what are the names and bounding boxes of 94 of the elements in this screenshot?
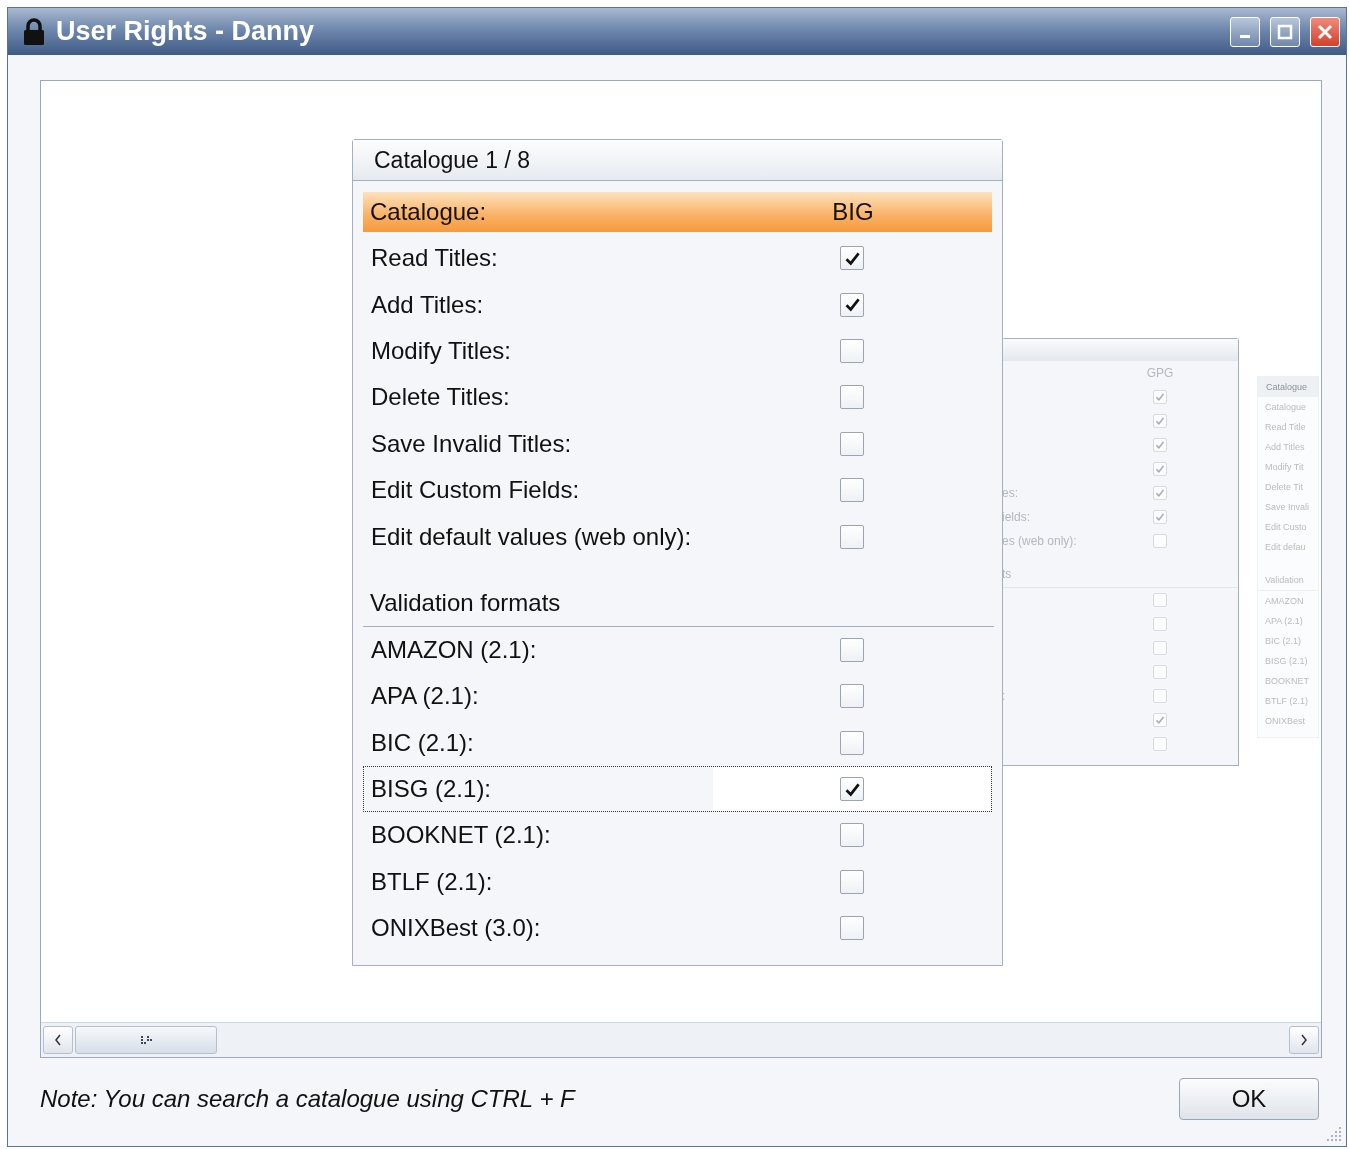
format-label: BIC (2.1) <box>1264 635 1302 648</box>
checkbox[interactable] <box>840 478 864 503</box>
checkbox[interactable] <box>1153 414 1167 428</box>
format-label: APA (2.1): <box>370 682 480 711</box>
checkbox[interactable] <box>840 524 864 549</box>
right-label: Edit defau <box>1264 541 1307 554</box>
ok-button[interactable]: OK <box>1179 1078 1319 1120</box>
format-label: APA (2.1) <box>1264 615 1304 628</box>
checkbox[interactable] <box>840 916 864 941</box>
checkbox[interactable] <box>1153 689 1167 703</box>
catalogue-value: BIG <box>832 198 874 226</box>
section-title: ts <box>1002 567 1012 581</box>
right-label: Add Titles <box>1264 441 1306 454</box>
right-label: Save Invali <box>1264 501 1311 514</box>
right-label: ields: <box>1002 510 1031 524</box>
checkbox[interactable] <box>840 431 864 456</box>
checkbox[interactable] <box>1153 737 1167 751</box>
format-label: AMAZON <box>1264 595 1305 608</box>
checkbox[interactable] <box>840 823 864 848</box>
checkbox[interactable] <box>840 338 864 363</box>
checkbox[interactable] <box>840 385 864 410</box>
format-label: BISG (2.1) <box>1264 655 1309 668</box>
lock-icon <box>22 17 46 46</box>
grip-icon <box>140 1035 152 1045</box>
checkmark-icon <box>843 296 861 313</box>
checkmark-icon <box>1155 464 1165 474</box>
checkbox[interactable] <box>1153 641 1167 655</box>
format-label: BIC (2.1): <box>370 728 475 757</box>
window-title: User Rights - Danny <box>56 16 316 47</box>
format-label: AMAZON (2.1): <box>370 635 538 664</box>
checkbox[interactable] <box>1153 390 1167 404</box>
checkbox[interactable] <box>840 684 864 709</box>
chevron-right-icon <box>1300 1034 1308 1046</box>
checkbox[interactable] <box>1153 486 1167 500</box>
scrollbar-thumb[interactable] <box>75 1026 217 1054</box>
format-label: BTLF (2.1): <box>370 867 494 896</box>
checkmark-icon <box>1155 512 1165 522</box>
checkbox[interactable] <box>1153 617 1167 631</box>
right-label: Read Titles: <box>370 244 499 273</box>
right-label: Save Invalid Titles: <box>370 429 573 458</box>
catalogue-label: Catalogue: <box>369 198 488 226</box>
right-label: Catalogue <box>1264 401 1308 414</box>
right-label: es (web only): <box>1002 534 1078 548</box>
section-title: Validation formats <box>370 588 561 617</box>
checkmark-icon <box>1155 416 1165 426</box>
right-label: Delete Tit <box>1264 481 1305 494</box>
checkbox[interactable] <box>840 730 864 755</box>
section-title: Validation <box>1258 557 1318 591</box>
checkbox[interactable] <box>1153 713 1167 727</box>
checkbox[interactable] <box>840 246 864 271</box>
checkmark-icon <box>1155 440 1165 450</box>
scroll-left-button[interactable] <box>43 1026 73 1054</box>
right-label: Read Title <box>1264 421 1307 434</box>
format-label: : <box>1002 689 1007 703</box>
checkmark-icon <box>1155 715 1165 725</box>
format-label: BISG (2.1): <box>370 775 493 804</box>
checkbox[interactable] <box>1153 593 1167 607</box>
checkbox[interactable] <box>1153 462 1167 476</box>
format-label: ONIXBest (3.0): <box>370 914 542 943</box>
checkbox[interactable] <box>840 869 864 894</box>
right-label: Modify Tit <box>1264 461 1305 474</box>
close-icon <box>1317 23 1333 40</box>
format-label: BTLF (2.1) <box>1264 695 1309 708</box>
card-title: Catalogue <box>1258 377 1318 397</box>
column-heading: GPG <box>1146 366 1174 380</box>
right-label: Add Titles: <box>370 290 485 319</box>
maximize-button[interactable] <box>1270 16 1300 47</box>
format-label: ONIXBest <box>1264 715 1306 728</box>
checkbox[interactable] <box>1153 534 1167 548</box>
checkbox[interactable] <box>840 637 864 662</box>
checkmark-icon <box>1155 488 1165 498</box>
checkbox[interactable] <box>1153 510 1167 524</box>
scroll-right-button[interactable] <box>1289 1026 1319 1054</box>
focused-row[interactable]: BISG (2.1): <box>363 765 992 813</box>
right-label: Edit Custo <box>1264 521 1308 534</box>
right-label: Edit Custom Fields: <box>370 476 581 505</box>
checkbox[interactable] <box>1153 438 1167 452</box>
format-label: BOOKNET (2.1): <box>370 821 552 850</box>
checkmark-icon <box>1155 392 1165 402</box>
checkbox[interactable] <box>840 777 864 802</box>
chevron-left-icon <box>54 1034 62 1046</box>
maximize-icon <box>1277 23 1293 40</box>
close-button[interactable] <box>1310 16 1340 47</box>
checkbox[interactable] <box>840 292 864 317</box>
format-label: BOOKNET <box>1264 675 1310 688</box>
minimize-icon <box>1240 35 1250 38</box>
card-title: Catalogue 1 / 8 <box>353 140 1002 181</box>
minimize-button[interactable] <box>1230 16 1260 47</box>
checkbox[interactable] <box>1153 665 1167 679</box>
right-label: Delete Titles: <box>370 383 511 412</box>
right-label: es: <box>1002 486 1019 500</box>
right-label: Modify Titles: <box>370 336 513 365</box>
right-label: Edit default values (web only): <box>370 522 693 551</box>
note-text: Note: You can search a catalogue using CTRL + F <box>40 1085 575 1113</box>
